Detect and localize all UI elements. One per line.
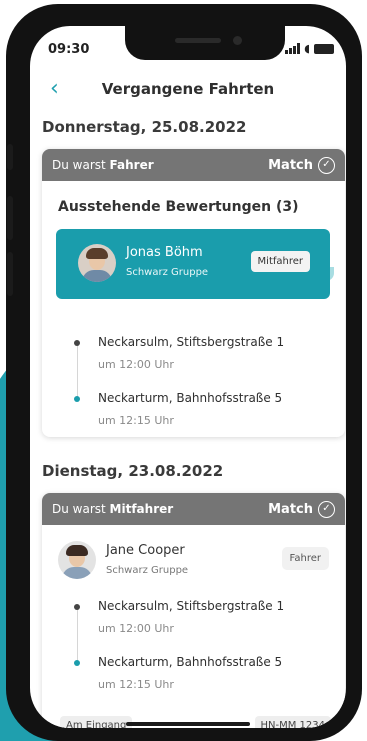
stop-address: Neckarturm, Bahnhofsstraße 5 xyxy=(98,391,283,405)
stop-start: Neckarsulm, Stiftsbergstraße 1 um 12:00 … xyxy=(98,599,284,635)
route-line xyxy=(76,607,78,663)
phone-side-button xyxy=(7,196,13,240)
role-prefix: Du warst xyxy=(52,502,106,516)
stop-time: um 12:00 Uhr xyxy=(98,358,174,371)
avatar xyxy=(78,244,116,282)
home-indicator xyxy=(126,722,250,726)
role-badge: Fahrer xyxy=(281,547,329,570)
phone-side-button xyxy=(7,252,13,296)
match-label: Match xyxy=(268,157,313,173)
role-prefix: Du warst xyxy=(52,158,106,172)
speaker xyxy=(175,38,221,43)
person-group: Schwarz Gruppe xyxy=(126,267,209,278)
stop-address: Neckarsulm, Stiftsbergstraße 1 xyxy=(98,599,285,613)
page-title: Vergangene Fahrten xyxy=(101,80,275,98)
role-value: Mitfahrer xyxy=(109,502,174,516)
person-name: Jane Cooper xyxy=(106,543,185,558)
header: ‹ Vergangene Fahrten xyxy=(30,76,346,106)
license-plate-tag: HN-MM 1234 xyxy=(254,716,331,728)
check-circle-icon: ✓ xyxy=(318,500,335,518)
role-value: Fahrer xyxy=(109,158,154,172)
avatar xyxy=(58,541,96,579)
battery-icon xyxy=(314,43,334,54)
phone-frame: 09:30 ◖ ‹ Vergangene Fahrten Donnerstag,… xyxy=(6,4,362,741)
trip-date: Dienstag, 23.08.2022 xyxy=(42,462,224,480)
status-icons: ◖ xyxy=(285,43,334,54)
person-name: Jonas Böhm xyxy=(126,245,203,260)
stop-end: Neckarturm, Bahnhofsstraße 5 um 12:15 Uh… xyxy=(98,655,282,691)
phone-side-button xyxy=(7,144,13,170)
stop-address: Neckarturm, Bahnhofsstraße 5 xyxy=(98,655,283,669)
stop-start: Neckarsulm, Stiftsbergstraße 1 um 12:00 … xyxy=(98,335,284,371)
match-indicator: Match ✓ xyxy=(268,500,335,518)
stop-address: Neckarsulm, Stiftsbergstraße 1 xyxy=(98,335,285,349)
meeting-point-tag: Am Eingang xyxy=(60,716,133,728)
wifi-icon: ◖ xyxy=(304,42,310,55)
stop-time: um 12:15 Uhr xyxy=(98,414,174,427)
start-dot-icon xyxy=(74,604,80,610)
route-line xyxy=(76,343,78,399)
stop-time: um 12:15 Uhr xyxy=(98,678,174,691)
signal-icon xyxy=(285,43,301,54)
person-group: Schwarz Gruppe xyxy=(106,565,189,576)
end-dot-icon xyxy=(74,396,80,402)
rating-person-card[interactable]: Jonas Böhm Schwarz Gruppe Mitfahrer xyxy=(56,229,330,299)
stop-end: Neckarturm, Bahnhofsstraße 5 um 12:15 Uh… xyxy=(98,391,282,427)
check-circle-icon: ✓ xyxy=(318,156,335,174)
trip-card-header: Du warst Mitfahrer Match ✓ xyxy=(42,493,345,525)
trip-card[interactable]: Du warst Fahrer Match ✓ Ausstehende Bewe… xyxy=(42,149,345,437)
trip-card[interactable]: Du warst Mitfahrer Match ✓ Jane Cooper S… xyxy=(42,493,345,728)
start-dot-icon xyxy=(74,340,80,346)
camera xyxy=(233,36,242,45)
stop-time: um 12:00 Uhr xyxy=(98,622,174,635)
status-time: 09:30 xyxy=(48,42,90,57)
role-text: Du warst Mitfahrer xyxy=(52,502,173,516)
match-indicator: Match ✓ xyxy=(268,156,335,174)
role-badge: Mitfahrer xyxy=(250,251,310,272)
screen: 09:30 ◖ ‹ Vergangene Fahrten Donnerstag,… xyxy=(30,26,346,728)
notch xyxy=(125,26,285,60)
match-label: Match xyxy=(268,501,313,517)
end-dot-icon xyxy=(74,660,80,666)
role-text: Du warst Fahrer xyxy=(52,158,154,172)
trip-card-header: Du warst Fahrer Match ✓ xyxy=(42,149,345,181)
pending-ratings-title: Ausstehende Bewertungen (3) xyxy=(58,199,299,215)
trip-date: Donnerstag, 25.08.2022 xyxy=(42,118,247,136)
